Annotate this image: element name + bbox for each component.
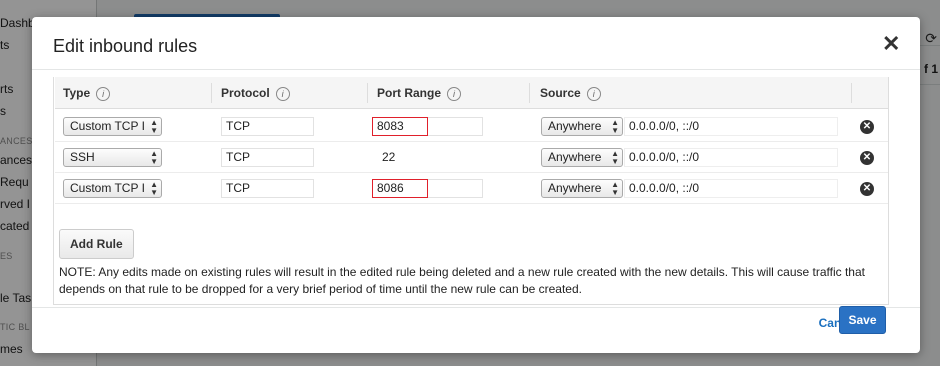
table-row: Custom TCP I ▲ ▼ TCP 8086 Anywhere ▲ ▼ 0.0… (55, 173, 888, 204)
protocol-field[interactable]: TCP (221, 179, 314, 198)
column-divider (529, 83, 530, 103)
table-row: SSH ▲ ▼ TCP 22 Anywhere ▲ ▼ 0.0.0.0/0, ::/… (55, 142, 888, 173)
source-select[interactable]: Anywhere ▲ ▼ (541, 117, 623, 136)
type-select-value: Custom TCP I (70, 181, 145, 195)
column-divider (367, 83, 368, 103)
header-source-label: Source (540, 86, 581, 100)
chevron-updown-icon: ▲ ▼ (611, 148, 619, 166)
chevron-updown-icon: ▲ ▼ (611, 179, 619, 197)
source-cidr-input[interactable]: 0.0.0.0/0, ::/0 (624, 179, 838, 198)
header-protocol-label: Protocol (221, 86, 270, 100)
footer-divider (32, 307, 920, 308)
header-type-label: Type (63, 86, 91, 100)
source-select-value: Anywhere (548, 150, 602, 164)
chevron-updown-icon: ▲ ▼ (611, 117, 619, 135)
column-divider (211, 83, 212, 103)
chevron-updown-icon: ▲ ▼ (150, 179, 158, 197)
port-range-value: 22 (382, 150, 396, 164)
type-select-value: Custom TCP I (70, 119, 145, 133)
chevron-updown-icon: ▲ ▼ (150, 117, 158, 135)
port-range-input-extension[interactable] (428, 117, 483, 136)
column-divider (851, 83, 852, 103)
chevron-updown-icon: ▲ ▼ (150, 148, 158, 166)
table-row: Custom TCP I ▲ ▼ TCP 8083 Anywhere ▲ ▼ 0.0… (55, 111, 888, 142)
info-icon[interactable]: i (586, 86, 601, 101)
add-rule-button[interactable]: Add Rule (59, 229, 134, 259)
info-icon[interactable]: i (96, 86, 111, 101)
header-source: Source i (540, 77, 601, 109)
dialog-title: Edit inbound rules (53, 36, 198, 56)
info-icon[interactable]: i (447, 86, 462, 101)
port-range-input[interactable]: 8086 (372, 179, 428, 198)
source-select[interactable]: Anywhere ▲ ▼ (541, 148, 623, 167)
close-icon[interactable]: ✕ (882, 33, 900, 55)
delete-rule-icon[interactable]: ✕ (860, 182, 874, 196)
source-select-value: Anywhere (548, 181, 602, 195)
source-cidr-input[interactable]: 0.0.0.0/0, ::/0 (624, 117, 838, 136)
table-header: Type i Protocol i Port Range i Source i (55, 77, 888, 109)
source-select-value: Anywhere (548, 119, 602, 133)
header-port-range: Port Range i (377, 77, 462, 109)
type-select[interactable]: SSH ▲ ▼ (63, 148, 162, 167)
type-select[interactable]: Custom TCP I ▲ ▼ (63, 117, 162, 136)
source-cidr-input[interactable]: 0.0.0.0/0, ::/0 (624, 148, 838, 167)
save-button[interactable]: Save (839, 306, 886, 334)
delete-rule-icon[interactable]: ✕ (860, 151, 874, 165)
protocol-field[interactable]: TCP (221, 148, 314, 167)
header-divider (32, 69, 920, 70)
info-icon[interactable]: i (275, 86, 290, 101)
port-range-input[interactable]: 8083 (372, 117, 428, 136)
edit-warning-note: NOTE: Any edits made on existing rules w… (59, 265, 865, 296)
header-port-range-label: Port Range (377, 86, 442, 100)
header-type: Type i (63, 77, 111, 109)
type-select[interactable]: Custom TCP I ▲ ▼ (63, 179, 162, 198)
delete-rule-icon[interactable]: ✕ (860, 120, 874, 134)
protocol-field[interactable]: TCP (221, 117, 314, 136)
edit-inbound-rules-dialog: Edit inbound rules ✕ Type i Protocol i Por… (32, 17, 920, 353)
header-protocol: Protocol i (221, 77, 290, 109)
type-select-value: SSH (70, 150, 95, 164)
rules-table: Type i Protocol i Port Range i Source i Cust… (53, 77, 889, 305)
source-select[interactable]: Anywhere ▲ ▼ (541, 179, 623, 198)
port-range-input-extension[interactable] (428, 179, 483, 198)
